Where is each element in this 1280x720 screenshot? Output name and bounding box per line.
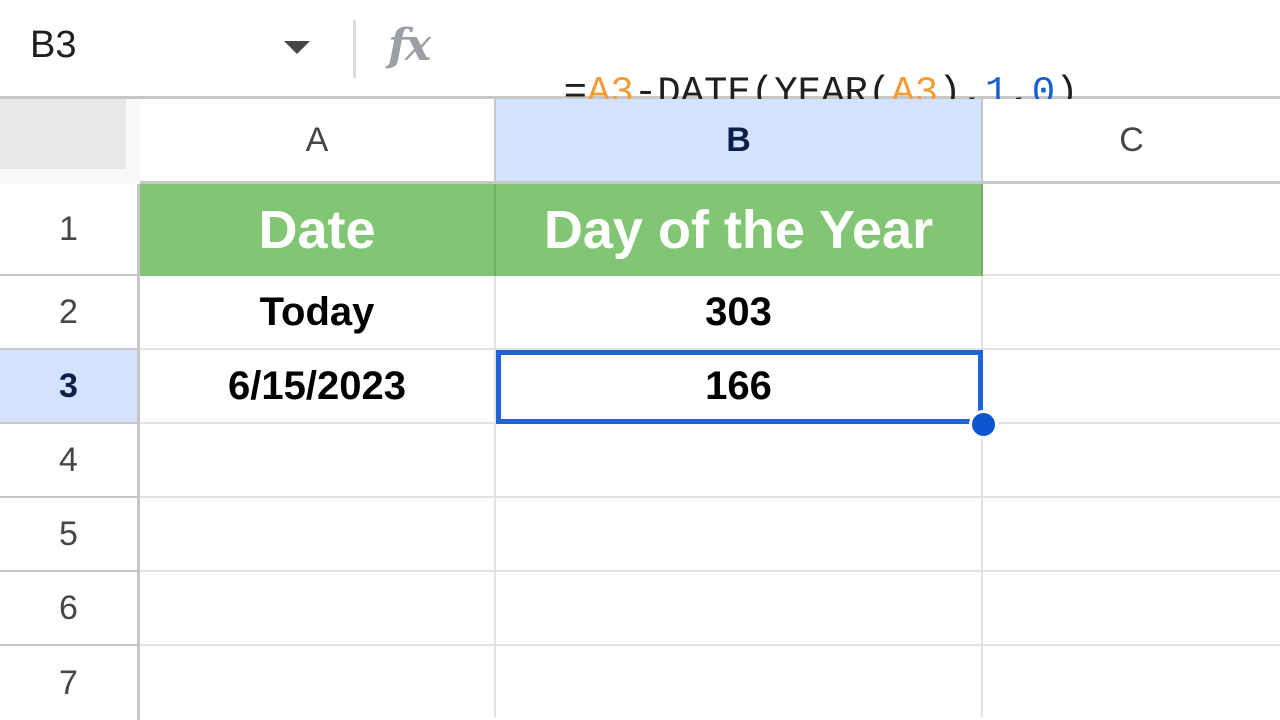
formula-bar-divider — [353, 20, 356, 78]
cell-b5[interactable] — [496, 498, 983, 572]
row-header-7[interactable]: 7 — [0, 646, 140, 720]
row-header-6[interactable]: 6 — [0, 572, 140, 646]
chevron-down-icon[interactable] — [284, 41, 310, 54]
cell-a5[interactable] — [140, 498, 496, 572]
row-header-1[interactable]: 1 — [0, 184, 140, 276]
row-header-3[interactable]: 3 — [0, 350, 140, 424]
cell-c6[interactable] — [983, 572, 1280, 646]
column-header-c[interactable]: C — [983, 99, 1280, 184]
row-header-4[interactable]: 4 — [0, 424, 140, 498]
row-header-2[interactable]: 2 — [0, 276, 140, 350]
column-header-b[interactable]: B — [496, 99, 983, 184]
cell-b1[interactable]: Day of the Year — [496, 184, 983, 276]
name-box[interactable]: B3 — [0, 0, 340, 96]
row-header-5[interactable]: 5 — [0, 498, 140, 572]
cell-c5[interactable] — [983, 498, 1280, 572]
column-header-a[interactable]: A — [140, 99, 496, 184]
cell-b4[interactable] — [496, 424, 983, 498]
cell-b3[interactable]: 166 — [496, 350, 983, 424]
cell-a3[interactable]: 6/15/2023 — [140, 350, 496, 424]
cell-a2[interactable]: Today — [140, 276, 496, 350]
fx-icon: fx — [388, 20, 431, 71]
corner-fill — [0, 99, 126, 169]
cell-a1[interactable]: Date — [140, 184, 496, 276]
cell-a7[interactable] — [140, 646, 496, 717]
cell-c2[interactable] — [983, 276, 1280, 350]
cell-c3[interactable] — [983, 350, 1280, 424]
formula-bar: B3 fx =A3-DATE(YEAR(A3),1,0) — [0, 0, 1280, 115]
cell-c7[interactable] — [983, 646, 1280, 717]
cell-b2[interactable]: 303 — [496, 276, 983, 350]
name-box-value: B3 — [30, 24, 77, 66]
select-all-corner[interactable] — [0, 99, 140, 184]
spreadsheet-grid: A B C 1 2 3 4 5 6 7 Date Day of the Year… — [0, 99, 1280, 720]
cell-b7[interactable] — [496, 646, 983, 717]
cell-c1[interactable] — [983, 184, 1280, 276]
cell-a6[interactable] — [140, 572, 496, 646]
cell-c4[interactable] — [983, 424, 1280, 498]
fill-handle[interactable] — [969, 410, 998, 439]
cell-a4[interactable] — [140, 424, 496, 498]
cell-b6[interactable] — [496, 572, 983, 646]
